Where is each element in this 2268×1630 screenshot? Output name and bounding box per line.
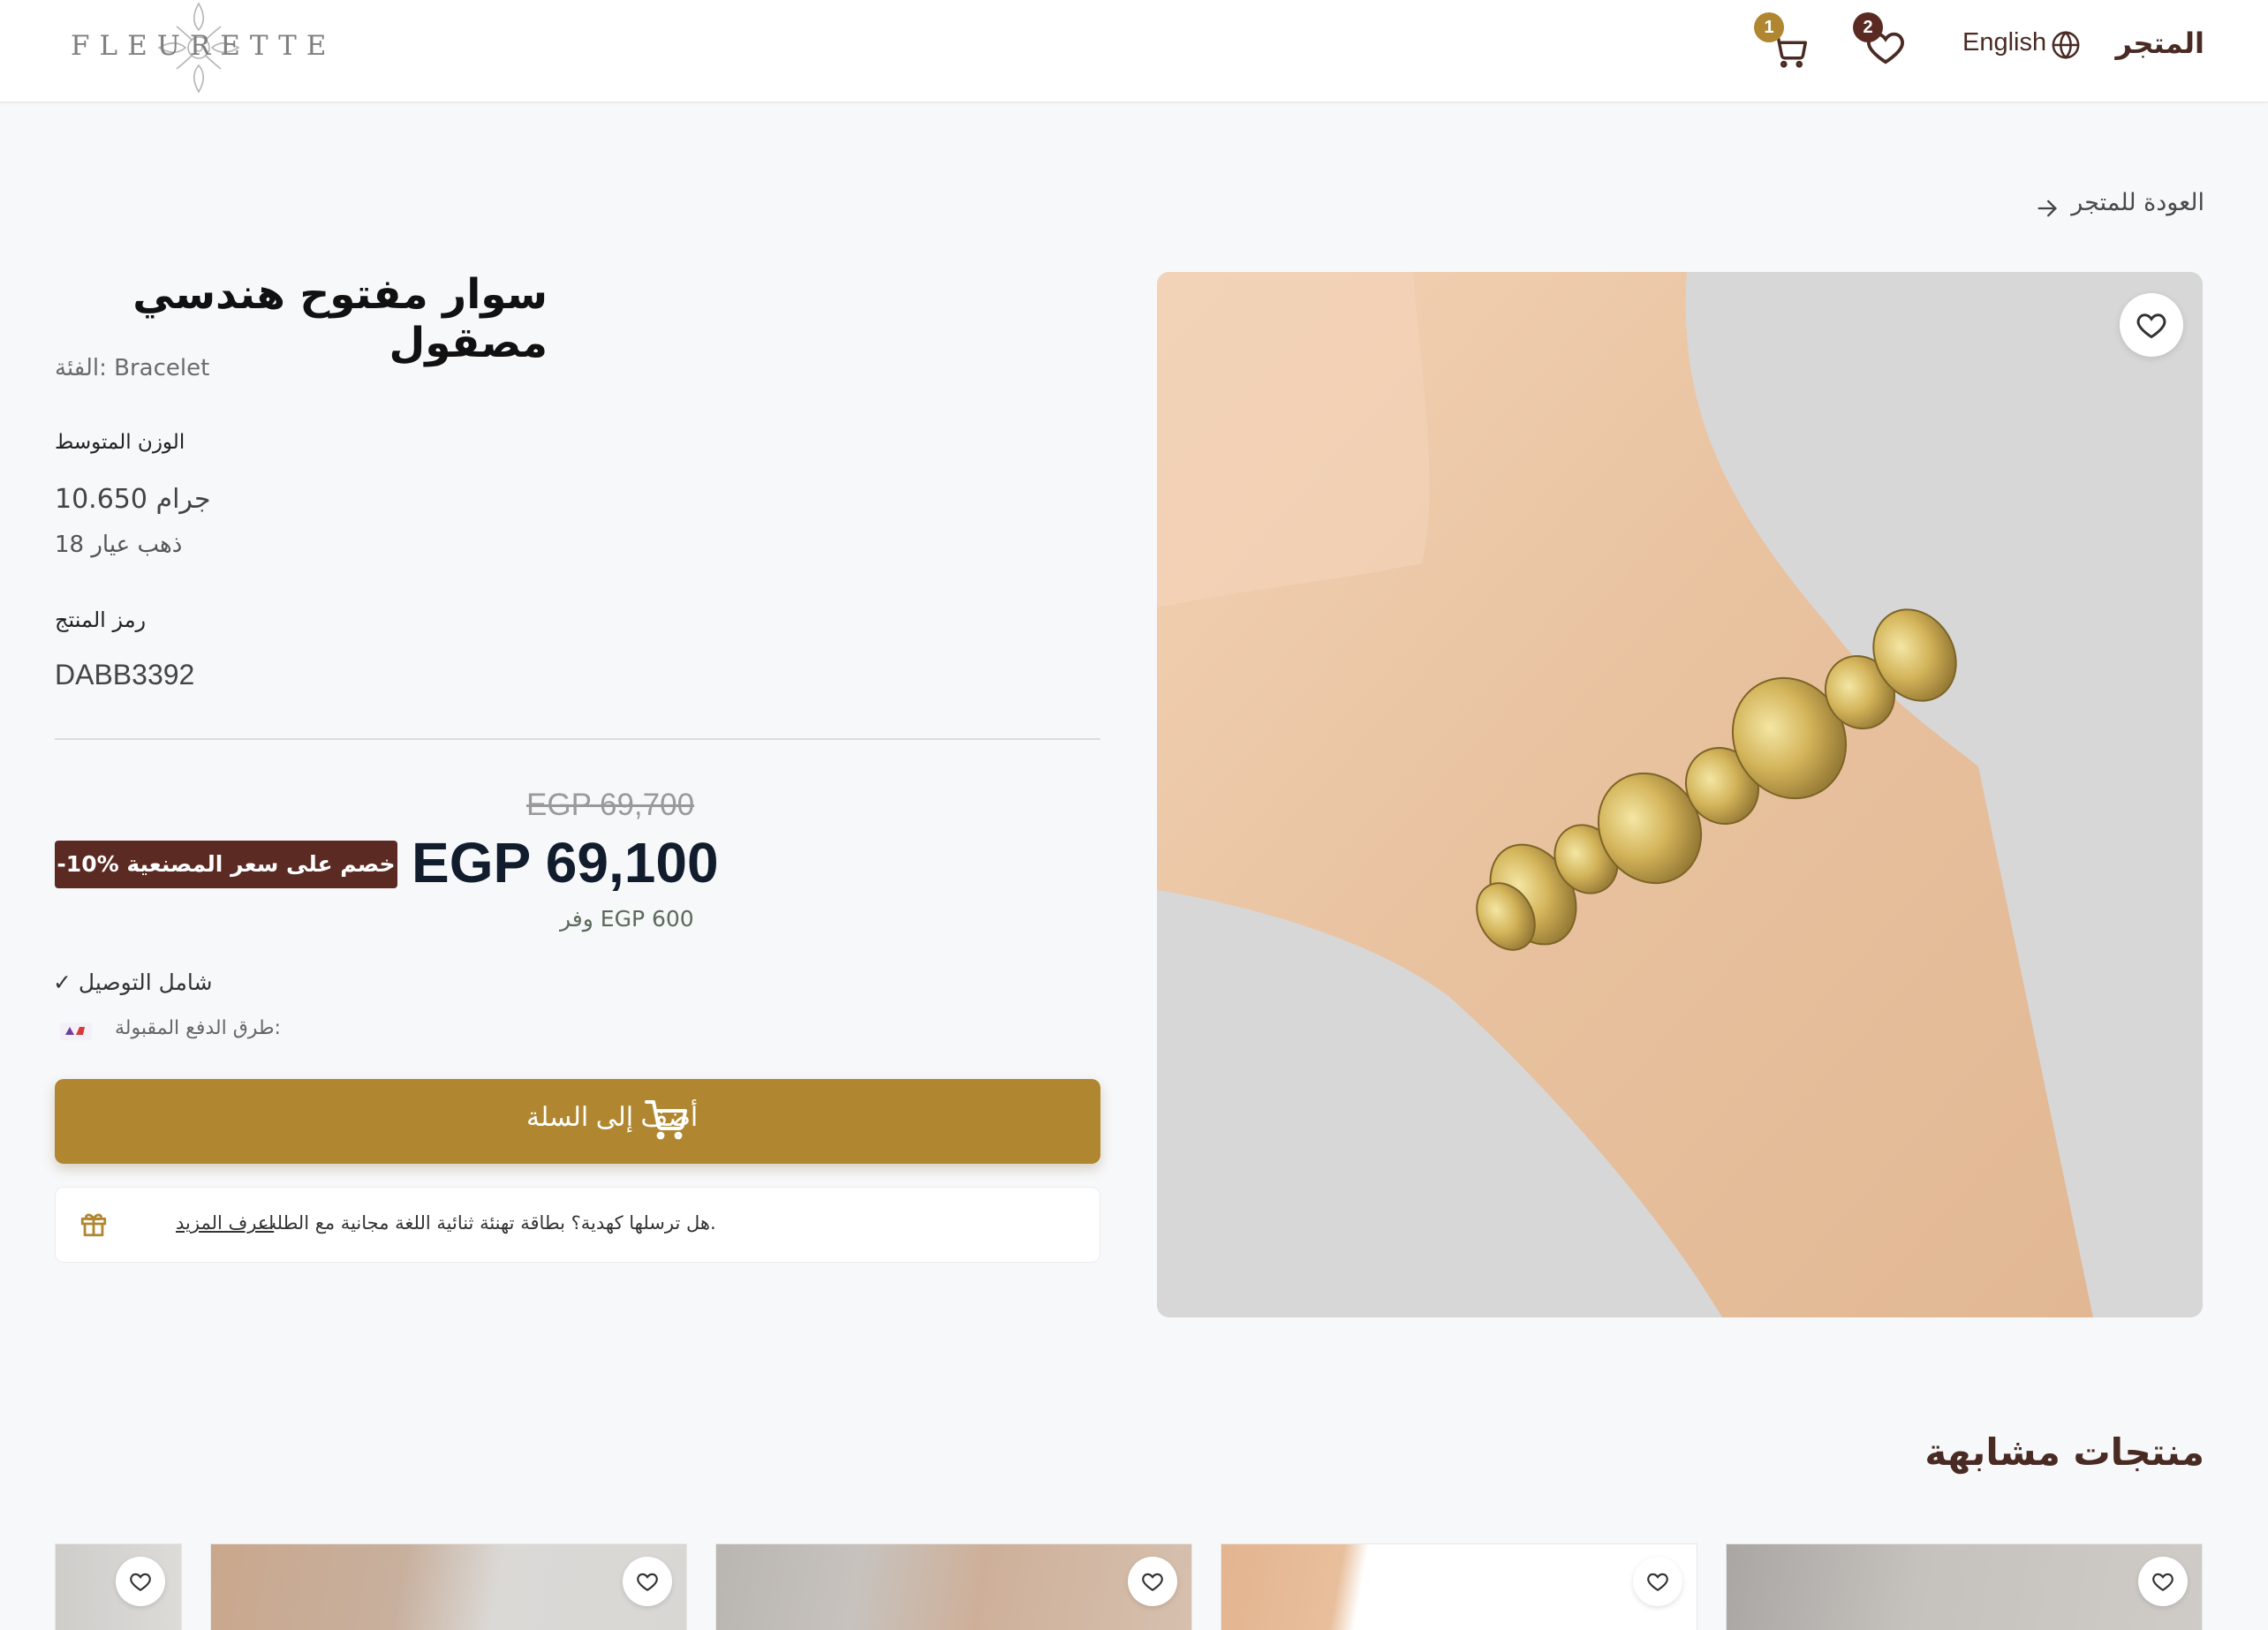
favorite-button[interactable] bbox=[2138, 1557, 2188, 1606]
product-category: الفئة: Bracelet bbox=[55, 355, 210, 381]
product-card[interactable] bbox=[210, 1543, 687, 1630]
wishlist-button[interactable]: 2 bbox=[1853, 12, 1909, 72]
cart-button[interactable]: 1 bbox=[1754, 12, 1811, 74]
product-main-image[interactable] bbox=[1157, 272, 2203, 1317]
top-navbar: FLEURETTE المتجر English 2 1 bbox=[0, 0, 2268, 102]
old-price: EGP 69,700 bbox=[526, 788, 695, 822]
product-card[interactable] bbox=[1726, 1543, 2203, 1630]
product-favorite-button[interactable] bbox=[2120, 293, 2183, 357]
weight-value: 10.650 جرام bbox=[55, 484, 211, 515]
payment-methods-label: طرق الدفع المقبولة: bbox=[115, 1017, 281, 1039]
heart-icon bbox=[1647, 1573, 1668, 1592]
brand-logo[interactable]: FLEURETTE bbox=[53, 0, 326, 97]
product-card[interactable] bbox=[1221, 1543, 1697, 1630]
weight-label: الوزن المتوسط bbox=[55, 431, 185, 454]
cart-count-badge: 1 bbox=[1754, 12, 1784, 42]
payment-method-logo bbox=[58, 1019, 94, 1044]
favorite-button[interactable] bbox=[623, 1557, 672, 1606]
product-title: سوار مفتوح هندسي مصقول bbox=[132, 270, 548, 367]
heart-icon bbox=[1142, 1573, 1163, 1592]
product-card[interactable] bbox=[715, 1543, 1192, 1630]
wishlist-count-badge: 2 bbox=[1853, 12, 1883, 42]
gift-info-box: اعرف المزيد هل ترسلها كهدية؟ بطاقة تهنئة… bbox=[55, 1187, 1100, 1263]
heart-icon bbox=[2136, 313, 2166, 339]
arrow-right-icon[interactable] bbox=[2035, 196, 2060, 221]
favorite-button[interactable] bbox=[1128, 1557, 1177, 1606]
divider bbox=[55, 738, 1100, 740]
similar-products-heading: منتجات مشابهة bbox=[1924, 1430, 2204, 1474]
delivery-included: ✓ شامل التوصيل bbox=[53, 970, 213, 995]
discount-badge: -10% خصم على سعر المصنعية bbox=[55, 841, 397, 888]
logo-text: FLEURETTE bbox=[71, 30, 336, 62]
cart-icon bbox=[645, 1100, 687, 1140]
back-to-store-link[interactable]: العودة للمتجر bbox=[2071, 189, 2204, 216]
add-to-cart-button[interactable]: أضف إلى السلة bbox=[55, 1079, 1100, 1164]
product-code-label: رمز المنتج bbox=[55, 607, 147, 632]
nav-store-link[interactable]: المتجر bbox=[2116, 26, 2204, 60]
bracelet-photo bbox=[1157, 272, 2203, 1317]
gift-icon bbox=[80, 1213, 107, 1237]
product-card[interactable] bbox=[55, 1543, 182, 1630]
language-switch[interactable]: English bbox=[1962, 28, 2046, 57]
favorite-button[interactable] bbox=[116, 1557, 165, 1606]
heart-icon bbox=[130, 1573, 151, 1592]
gold-karat: ذهب عيار 18 bbox=[55, 532, 183, 558]
favorite-button[interactable] bbox=[1633, 1557, 1682, 1606]
globe-icon[interactable] bbox=[2051, 30, 2081, 60]
product-code-value: DABB3392 bbox=[55, 659, 195, 690]
saving-amount: وفر EGP 600 bbox=[560, 906, 694, 932]
heart-icon bbox=[2152, 1573, 2174, 1592]
current-price: EGP 69,100 bbox=[412, 831, 719, 894]
gift-text: هل ترسلها كهدية؟ بطاقة تهنئة ثنائية اللغ… bbox=[259, 1212, 716, 1234]
heart-icon bbox=[637, 1573, 658, 1592]
